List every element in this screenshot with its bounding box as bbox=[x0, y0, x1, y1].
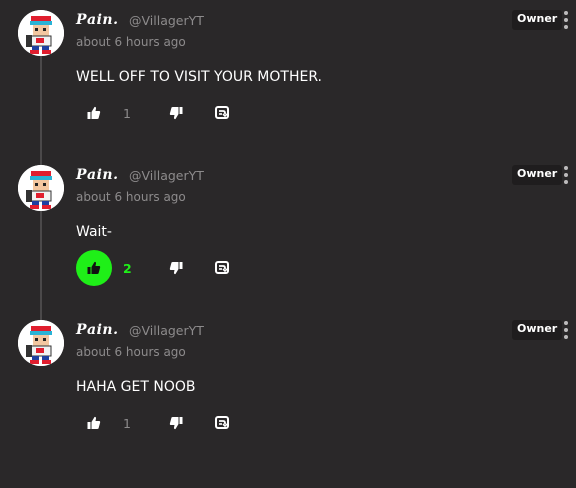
author-name[interactable]: 𝑷𝒂𝒊𝒏. bbox=[76, 167, 118, 183]
dislike-button[interactable] bbox=[158, 405, 194, 441]
reply-icon bbox=[215, 106, 229, 119]
comment-actions: 2 bbox=[76, 250, 276, 290]
like-count: 1 bbox=[123, 106, 131, 121]
dislike-button[interactable] bbox=[158, 250, 194, 286]
author-handle: @VillagerYT bbox=[129, 13, 204, 28]
author-handle: @VillagerYT bbox=[129, 323, 204, 338]
comment-3: 𝑷𝒂𝒊𝒏. @VillagerYT about 6 hours ago Owne… bbox=[0, 310, 576, 460]
like-button[interactable] bbox=[76, 95, 112, 131]
timestamp: about 6 hours ago bbox=[76, 345, 186, 359]
reply-button[interactable] bbox=[204, 95, 240, 131]
owner-badge: Owner bbox=[512, 165, 563, 185]
thumbs-down-icon bbox=[169, 417, 183, 430]
more-vertical-icon[interactable] bbox=[562, 11, 570, 31]
comment-text: HAHA GET NOOB bbox=[76, 379, 196, 395]
author-name[interactable]: 𝑷𝒂𝒊𝒏. bbox=[76, 322, 118, 338]
owner-badge: Owner bbox=[512, 320, 563, 340]
like-count: 2 bbox=[123, 261, 132, 276]
owner-badge: Owner bbox=[512, 10, 563, 30]
like-count: 1 bbox=[123, 416, 131, 431]
avatar[interactable] bbox=[18, 165, 64, 211]
thumbs-up-icon bbox=[87, 261, 101, 274]
thumbs-down-icon bbox=[169, 107, 183, 120]
comment-text: WELL OFF TO VISIT YOUR MOTHER. bbox=[76, 69, 322, 85]
author-handle: @VillagerYT bbox=[129, 168, 204, 183]
more-vertical-icon[interactable] bbox=[562, 166, 570, 186]
more-vertical-icon[interactable] bbox=[562, 321, 570, 341]
timestamp: about 6 hours ago bbox=[76, 190, 186, 204]
reply-icon bbox=[215, 416, 229, 429]
dislike-button[interactable] bbox=[158, 95, 194, 131]
like-button[interactable] bbox=[76, 405, 112, 441]
reply-button[interactable] bbox=[204, 250, 240, 286]
comment-actions: 1 bbox=[76, 405, 276, 445]
author-name[interactable]: 𝑷𝒂𝒊𝒏. bbox=[76, 12, 118, 28]
thumbs-up-icon bbox=[87, 416, 101, 429]
comment-text: Wait- bbox=[76, 224, 112, 240]
comment-2: 𝑷𝒂𝒊𝒏. @VillagerYT about 6 hours ago Owne… bbox=[0, 155, 576, 305]
thumbs-down-icon bbox=[169, 262, 183, 275]
timestamp: about 6 hours ago bbox=[76, 35, 186, 49]
avatar[interactable] bbox=[18, 320, 64, 366]
comment-1: 𝑷𝒂𝒊𝒏. @VillagerYT about 6 hours ago Owne… bbox=[0, 0, 576, 150]
reply-icon bbox=[215, 261, 229, 274]
avatar[interactable] bbox=[18, 10, 64, 56]
thumbs-up-icon bbox=[87, 106, 101, 119]
comment-actions: 1 bbox=[76, 95, 276, 135]
reply-button[interactable] bbox=[204, 405, 240, 441]
like-button[interactable] bbox=[76, 250, 112, 286]
